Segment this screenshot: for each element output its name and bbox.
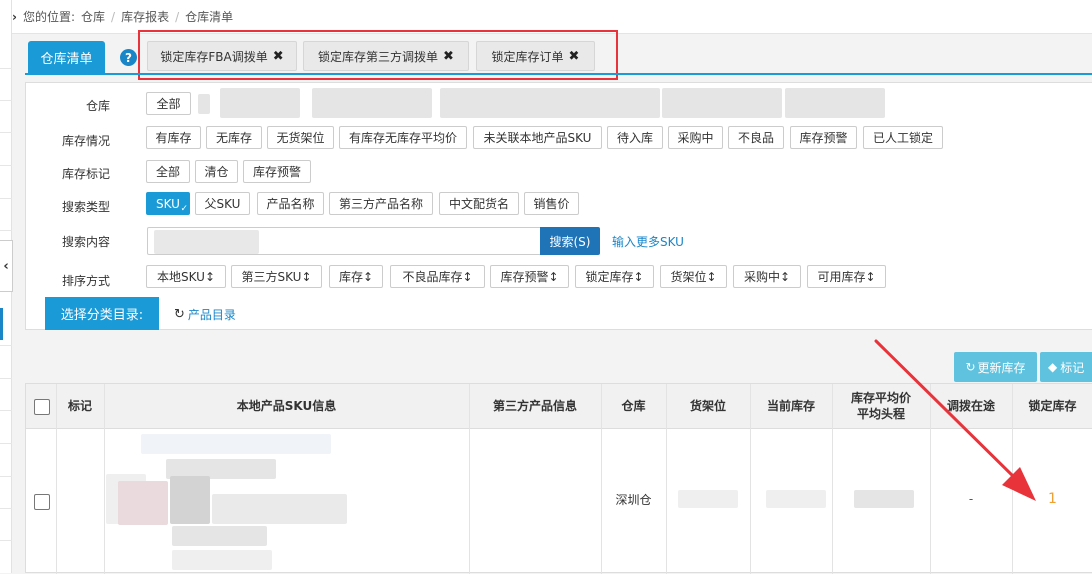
sort-option-stock[interactable]: 库存 ↕ <box>329 265 383 288</box>
search-button[interactable]: 搜索(S) <box>540 227 600 255</box>
stock-status-option[interactable]: 待入库 <box>607 126 663 149</box>
search-input[interactable] <box>147 227 541 255</box>
sort-arrows-icon: ↕ <box>633 269 644 284</box>
select-all-checkbox[interactable] <box>34 399 50 415</box>
warehouse-option-all[interactable]: 全部 <box>146 92 191 115</box>
breadcrumb-separator: / <box>175 9 180 24</box>
search-type-option[interactable]: 父SKU <box>195 192 250 215</box>
filter-label-search-content: 搜索内容 <box>61 235 110 249</box>
chevron-right-icon: › <box>12 9 17 24</box>
category-selector-bar[interactable]: 选择分类目录: <box>45 297 159 330</box>
chip-label: 本地SKU <box>156 270 205 284</box>
sort-option-shelf[interactable]: 货架位 ↕ <box>660 265 727 288</box>
stock-mark-option[interactable]: 清仓 <box>195 160 238 183</box>
header-warehouse: 仓库 <box>621 399 646 413</box>
sort-option-defective-stock[interactable]: 不良品库存 ↕ <box>390 265 485 288</box>
stock-mark-option[interactable]: 库存预警 <box>243 160 311 183</box>
breadcrumb-separator: / <box>111 9 116 24</box>
redacted-content <box>662 88 782 118</box>
filter-label-stock-status: 库存情况 <box>61 134 110 148</box>
sort-arrows-icon: ↕ <box>706 269 717 284</box>
filter-label-stock-mark: 库存标记 <box>61 167 110 181</box>
refresh-icon: ↻ <box>174 307 185 322</box>
filter-label-sort: 排序方式 <box>61 274 110 288</box>
cell-warehouse: 深圳仓 <box>615 492 652 507</box>
search-type-option[interactable]: 产品名称 <box>257 192 324 215</box>
sort-option-available-stock[interactable]: 可用库存 ↕ <box>807 265 886 288</box>
stock-status-option[interactable]: 库存预警 <box>790 126 857 149</box>
stock-mark-option[interactable]: 全部 <box>146 160 190 183</box>
redacted-content <box>198 94 210 114</box>
sort-arrows-icon: ↕ <box>865 269 876 284</box>
breadcrumb: › 您的位置: 仓库 / 库存报表 / 仓库清单 <box>12 0 1092 34</box>
chip-label: 库存 <box>338 270 363 284</box>
redacted-content <box>220 88 300 118</box>
stock-status-option[interactable]: 无库存 <box>206 126 262 149</box>
header-shelf: 货架位 <box>689 399 726 413</box>
breadcrumb-prefix: 您的位置: <box>22 10 75 24</box>
sort-option-stock-warning[interactable]: 库存预警 ↕ <box>490 265 569 288</box>
check-icon: ✓ <box>180 204 188 214</box>
stock-status-option[interactable]: 无货架位 <box>267 126 334 149</box>
button-label: 标记 <box>1060 360 1085 375</box>
tab-warehouse-list[interactable]: 仓库清单 <box>28 41 105 73</box>
sort-arrows-icon: ↕ <box>779 269 791 284</box>
chip-label: 锁定库存 <box>585 270 634 284</box>
annotation-arrow-icon <box>874 339 1036 501</box>
chevron-left-icon: ‹ <box>3 258 9 274</box>
row-checkbox[interactable] <box>34 494 50 510</box>
sort-arrows-icon: ↕ <box>204 269 215 284</box>
stock-status-option[interactable]: 有库存无库存平均价 <box>339 126 467 149</box>
chip-label: 库存预警 <box>500 270 549 284</box>
help-icon[interactable]: ? <box>120 49 137 66</box>
sort-option-local-sku[interactable]: 本地SKU ↕ <box>146 265 226 288</box>
header-current-stock: 当前库存 <box>766 399 815 413</box>
chip-label: SKU <box>156 196 180 211</box>
search-type-option-selected[interactable]: SKU ✓ <box>146 192 190 215</box>
chip-label: 不良品库存 <box>402 270 463 284</box>
search-type-option[interactable]: 销售价 <box>524 192 579 215</box>
sort-option-purchasing[interactable]: 采购中 ↕ <box>733 265 801 288</box>
sort-option-locked-stock[interactable]: 锁定库存 ↕ <box>575 265 654 288</box>
redacted-content <box>440 88 660 118</box>
left-nav-active-indicator <box>0 308 3 340</box>
sort-arrows-icon: ↕ <box>362 269 374 284</box>
sort-arrows-icon: ↕ <box>462 269 473 284</box>
product-category-link[interactable]: ↻ 产品目录 <box>174 306 236 323</box>
header-third-party: 第三方产品信息 <box>492 399 577 413</box>
sidebar-collapse-button[interactable]: ‹ <box>0 240 13 292</box>
search-type-option[interactable]: 第三方产品名称 <box>329 192 433 215</box>
filter-label-search-type: 搜索类型 <box>61 200 110 214</box>
header-mark: 标记 <box>67 399 92 413</box>
link-label: 产品目录 <box>187 308 236 322</box>
search-type-option[interactable]: 中文配货名 <box>439 192 519 215</box>
breadcrumb-item-warehouse[interactable]: 仓库 <box>81 8 105 25</box>
stock-status-option[interactable]: 有库存 <box>146 126 201 149</box>
stock-status-option[interactable]: 已人工锁定 <box>863 126 943 149</box>
more-sku-link[interactable]: 输入更多SKU <box>612 233 684 250</box>
stock-status-option[interactable]: 采购中 <box>668 126 723 149</box>
tab-underline <box>25 73 1092 75</box>
stock-status-option[interactable]: 不良品 <box>728 126 784 149</box>
chip-label: 可用库存 <box>817 270 866 284</box>
redacted-content <box>785 88 885 118</box>
sort-option-third-party-sku[interactable]: 第三方SKU ↕ <box>231 265 322 288</box>
chip-label: 货架位 <box>670 270 707 284</box>
sort-arrows-icon: ↕ <box>548 269 559 284</box>
filter-label-warehouse: 仓库 <box>85 99 110 113</box>
breadcrumb-item-stock-report[interactable]: 库存报表 <box>121 8 169 25</box>
redacted-content <box>312 88 432 118</box>
chip-label: 第三方SKU <box>241 270 302 284</box>
sort-arrows-icon: ↕ <box>301 269 312 284</box>
stock-status-option[interactable]: 未关联本地产品SKU <box>473 126 602 149</box>
header-local-sku: 本地产品SKU信息 <box>236 399 337 413</box>
chip-label: 采购中 <box>743 270 780 284</box>
breadcrumb-item-warehouse-list[interactable]: 仓库清单 <box>185 8 233 25</box>
